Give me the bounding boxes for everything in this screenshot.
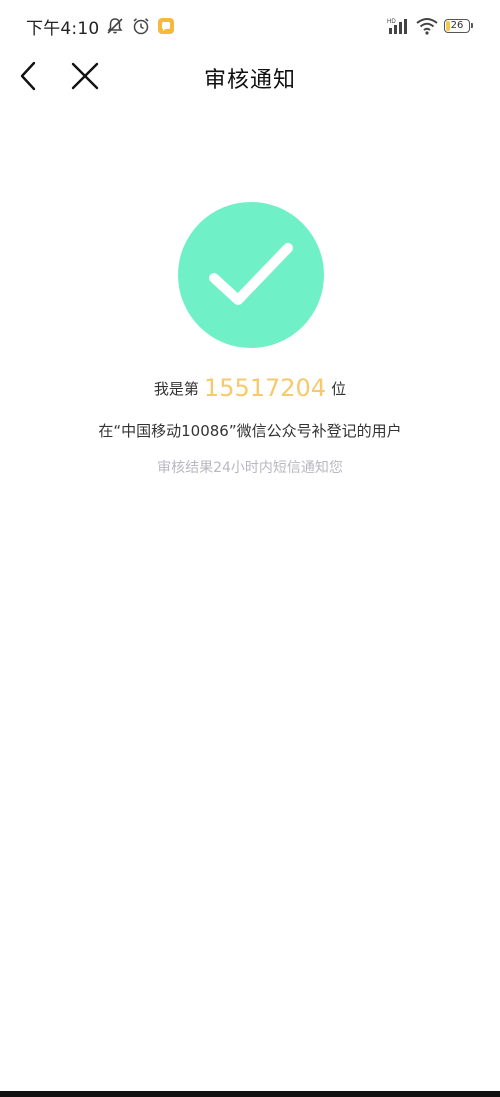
rank-number: 15517204 [203,374,327,402]
bottom-bar [0,1091,500,1097]
network-type: HD [387,19,396,25]
battery-icon: 26 [444,19,473,33]
nav-bar: 审核通知 [0,52,500,100]
battery-fill [446,21,451,31]
status-bar: 下午4:10 HD 26 [0,0,500,52]
alarm-icon [131,16,151,36]
rank-suffix: 位 [331,380,347,398]
notice-text: 审核结果24小时内短信通知您 [157,460,343,476]
check-icon [209,243,293,305]
signal-icon: HD [386,16,410,36]
success-badge [178,202,324,348]
battery-level: 26 [450,20,464,31]
status-left: 下午4:10 [26,14,175,39]
notification-app-icon [157,17,175,35]
wifi-icon [416,17,438,35]
rank-line: 我是第 15517204 位 [0,374,500,402]
page-title: 审核通知 [203,68,296,93]
status-right: HD 26 [386,14,473,38]
description-text: 在“中国移动10086”微信公众号补登记的用户 [98,422,402,440]
status-time: 下午4:10 [26,18,100,39]
rank-prefix: 我是第 [153,380,199,398]
screen: 下午4:10 HD 26 审核通知 我是第 15517204 位 在“中国移动1… [0,0,500,1097]
mute-bell-icon [105,16,125,36]
